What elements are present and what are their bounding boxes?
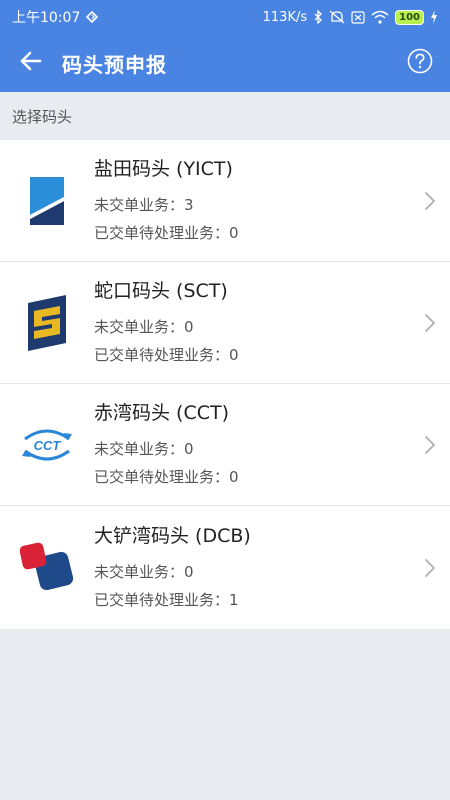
chevron-right-icon — [410, 558, 450, 578]
terminal-row-yict[interactable]: 盐田码头 (YICT) 未交单业务：3 已交单待处理业务：0 — [0, 140, 450, 262]
sync-icon — [86, 11, 99, 23]
terminal-info: 赤湾码头 (CCT) 未交单业务：0 已交单待处理业务：0 — [94, 398, 410, 491]
app-bar: 码头预申报 — [0, 34, 450, 92]
terminal-info: 大铲湾码头 (DCB) 未交单业务：0 已交单待处理业务：1 — [94, 521, 410, 614]
cct-logo: CCT — [0, 384, 94, 506]
bluetooth-icon — [313, 10, 323, 24]
terminal-name: 大铲湾码头 (DCB) — [94, 525, 251, 547]
status-left: 上午10:07 — [12, 7, 99, 27]
back-button[interactable] — [0, 34, 62, 92]
chevron-right-icon — [410, 435, 450, 455]
svg-text:CCT: CCT — [34, 438, 62, 453]
pending-count: 未交单业务：0 — [94, 440, 194, 458]
submitted-count: 已交单待处理业务：0 — [94, 468, 239, 486]
chevron-right-icon — [410, 191, 450, 211]
status-right: 113K/s 100 — [262, 9, 438, 25]
terminal-list: 盐田码头 (YICT) 未交单业务：3 已交单待处理业务：0 蛇口码头 (SCT… — [0, 140, 450, 629]
terminal-info: 盐田码头 (YICT) 未交单业务：3 已交单待处理业务：0 — [94, 154, 410, 247]
terminal-name: 赤湾码头 (CCT) — [94, 402, 230, 424]
submitted-count: 已交单待处理业务：1 — [94, 591, 239, 609]
network-speed: 113K/s — [262, 9, 308, 25]
terminal-info: 蛇口码头 (SCT) 未交单业务：0 已交单待处理业务：0 — [94, 276, 410, 369]
yict-logo — [0, 140, 94, 262]
pending-count: 未交单业务：3 — [94, 196, 194, 214]
submitted-count: 已交单待处理业务：0 — [94, 346, 239, 364]
sct-logo — [0, 262, 94, 384]
status-bar: 上午10:07 113K/s 100 — [0, 0, 450, 34]
section-label: 选择码头 — [12, 107, 73, 126]
submitted-count: 已交单待处理业务：0 — [94, 224, 239, 242]
terminal-row-dcb[interactable]: 大铲湾码头 (DCB) 未交单业务：0 已交单待处理业务：1 — [0, 506, 450, 629]
terminal-row-cct[interactable]: CCT 赤湾码头 (CCT) 未交单业务：0 已交单待处理业务：0 — [0, 384, 450, 506]
chevron-right-icon — [410, 313, 450, 333]
terminal-name: 盐田码头 (YICT) — [94, 158, 233, 180]
help-button[interactable] — [390, 34, 450, 92]
battery-icon: 100 — [395, 9, 424, 25]
terminal-row-sct[interactable]: 蛇口码头 (SCT) 未交单业务：0 已交单待处理业务：0 — [0, 262, 450, 384]
sim-off-icon — [351, 10, 365, 24]
pending-count: 未交单业务：0 — [94, 318, 194, 336]
terminal-name: 蛇口码头 (SCT) — [94, 280, 228, 302]
help-circle-icon — [407, 48, 433, 78]
mute-icon — [329, 10, 345, 24]
status-time: 上午10:07 — [12, 10, 81, 26]
dcb-logo — [0, 507, 94, 629]
page-title: 码头预申报 — [62, 52, 167, 77]
charging-icon — [430, 10, 438, 24]
pending-count: 未交单业务：0 — [94, 563, 194, 581]
wifi-icon — [371, 10, 389, 24]
back-arrow-icon — [20, 51, 42, 75]
